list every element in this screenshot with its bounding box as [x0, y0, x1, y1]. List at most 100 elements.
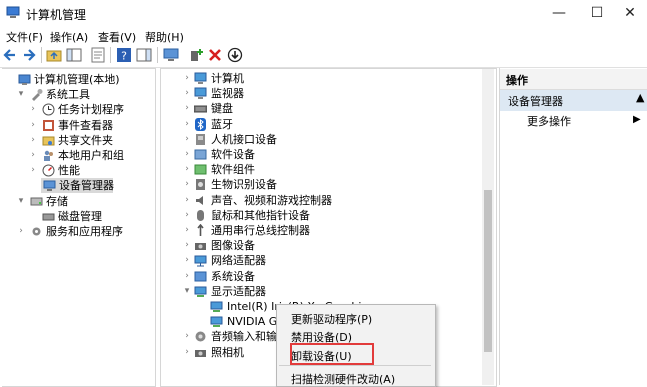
tree-item-label: 服务和应用程序	[46, 225, 123, 238]
tree-item-label: 存储	[46, 194, 68, 208]
device-tree-item[interactable]: › 图像设备	[182, 238, 482, 253]
expand-arrow-icon[interactable]: ›	[182, 117, 192, 132]
device-label: 网络适配器	[211, 254, 266, 268]
shared-folder-icon	[42, 136, 55, 146]
expand-arrow-icon[interactable]: ›	[182, 177, 192, 192]
users-icon	[44, 150, 53, 161]
expand-arrow-icon[interactable]: ›	[182, 132, 192, 147]
device-tree-item[interactable]: › 计算机	[182, 71, 482, 86]
device-label: 蓝牙	[211, 117, 233, 131]
expand-arrow-icon[interactable]: ›	[182, 71, 192, 86]
expand-arrow-icon[interactable]: ›	[182, 269, 192, 284]
forward-icon[interactable]	[21, 47, 37, 63]
expand-arrow-icon[interactable]: ›	[182, 223, 192, 238]
device-label: 计算机	[211, 72, 244, 85]
performance-icon	[42, 164, 55, 177]
update-driver-icon[interactable]	[188, 47, 204, 63]
actions-section-device-manager[interactable]: 设备管理器 ▲	[500, 90, 647, 111]
device-tree-item[interactable]: › 监视器	[182, 86, 482, 101]
back-icon[interactable]	[2, 47, 18, 63]
biometric-icon	[196, 179, 205, 191]
expand-arrow-icon[interactable]: ›	[182, 208, 192, 223]
device-tree-item[interactable]: › 蓝牙	[182, 117, 482, 132]
expand-arrow-icon[interactable]: ›	[182, 147, 192, 162]
services-icon	[32, 227, 41, 236]
device-label: 生物识别设备	[211, 178, 277, 192]
expand-arrow-icon[interactable]: ›	[182, 329, 192, 344]
expand-arrow-icon[interactable]: ›	[182, 238, 192, 253]
device-label: 软件组件	[211, 163, 255, 177]
display-adapter-icon	[194, 286, 207, 297]
network-icon	[194, 255, 207, 267]
expand-arrow-icon[interactable]: ›	[182, 345, 192, 360]
up-folder-icon[interactable]	[46, 47, 62, 63]
device-tree-item[interactable]: › 网络适配器	[182, 253, 482, 268]
device-tree-item[interactable]: ▾ 显示适配器	[182, 284, 482, 299]
action-pane-icon[interactable]	[136, 47, 152, 63]
expand-arrow-icon[interactable]: ›	[182, 253, 192, 268]
expand-arrow-icon[interactable]: ›	[182, 101, 192, 116]
usb-icon	[197, 224, 204, 236]
expand-arrow-icon[interactable]: ▾	[16, 87, 26, 102]
expand-arrow-icon[interactable]: ›	[28, 148, 38, 163]
show-tree-icon[interactable]	[66, 47, 82, 63]
device-tree-item[interactable]: › 生物识别设备	[182, 177, 482, 192]
menu-help[interactable]: 帮助(H)	[145, 29, 184, 45]
keyboard-icon	[194, 105, 207, 113]
menu-action[interactable]: 操作(A)	[50, 29, 88, 45]
expand-arrow-icon[interactable]: ›	[28, 163, 38, 178]
tree-item[interactable]: 设备管理器	[41, 178, 114, 194]
scrollbar-thumb[interactable]	[484, 190, 492, 352]
expand-arrow-icon[interactable]: ▾	[16, 194, 26, 209]
actions-section-label: 设备管理器	[508, 95, 563, 108]
help-icon[interactable]: ?	[116, 47, 132, 63]
properties-icon[interactable]	[90, 47, 106, 63]
maximize-button[interactable]: ☐	[580, 0, 614, 27]
expand-arrow-icon[interactable]: ›	[28, 118, 38, 133]
menu-view[interactable]: 查看(V)	[98, 29, 136, 45]
expand-arrow-icon[interactable]: ›	[182, 86, 192, 101]
device-tree-item[interactable]: › 软件设备	[182, 147, 482, 162]
expand-arrow-icon[interactable]: ▾	[182, 284, 192, 299]
tree-item-label: 性能	[58, 164, 80, 178]
menu-update-driver[interactable]: 更新驱动程序(P)	[291, 311, 372, 327]
device-label: 通用串行总线控制器	[211, 224, 310, 237]
expand-arrow-icon[interactable]: ›	[28, 133, 38, 148]
tree-item-label: 任务计划程序	[58, 103, 124, 117]
expand-arrow-icon[interactable]: ›	[16, 224, 26, 239]
device-tree-item[interactable]: › 声音、视频和游戏控制器	[182, 193, 482, 208]
device-label: 键盘	[211, 102, 233, 116]
tree-item-label: 共享文件夹	[58, 133, 113, 147]
tree-item-label: 本地用户和组	[58, 149, 124, 162]
device-tree-item[interactable]: › 鼠标和其他指针设备	[182, 208, 482, 223]
device-tree-item[interactable]: › 软件组件	[182, 162, 482, 177]
collapse-up-icon[interactable]: ▲	[636, 91, 644, 104]
expand-arrow-icon[interactable]: ›	[182, 162, 192, 177]
device-label: 声音、视频和游戏控制器	[211, 193, 332, 207]
minimize-button[interactable]: —	[542, 0, 576, 27]
disk-icon	[42, 213, 55, 221]
system-device-icon	[194, 271, 207, 282]
device-label: 图像设备	[211, 239, 255, 253]
menu-file[interactable]: 文件(F)	[6, 29, 43, 45]
tree-item-label: 设备管理器	[59, 179, 114, 193]
tree-item-label: 事件查看器	[58, 118, 113, 132]
audio-icon	[195, 331, 206, 342]
device-tree-item[interactable]: › 键盘	[182, 101, 482, 116]
software-component-icon	[194, 164, 207, 175]
display-adapter-icon	[210, 301, 223, 312]
device-label: 监视器	[211, 87, 244, 101]
more-actions-link[interactable]: 更多操作	[527, 113, 571, 129]
device-tree-item[interactable]: › 系统设备	[182, 269, 482, 284]
uninstall-icon[interactable]	[207, 47, 223, 63]
disable-device-icon[interactable]	[227, 47, 243, 63]
tools-icon	[32, 89, 43, 102]
device-tree-item[interactable]: › 人机接口设备	[182, 132, 482, 147]
tree-item-label: 磁盘管理	[58, 209, 102, 223]
close-button[interactable]: ✕	[613, 0, 647, 27]
device-manager-icon	[43, 180, 56, 192]
scan-hardware-icon[interactable]	[163, 47, 179, 63]
expand-arrow-icon[interactable]: ›	[182, 193, 192, 208]
expand-arrow-icon[interactable]: ›	[28, 102, 38, 117]
device-tree-item[interactable]: › 通用串行总线控制器	[182, 223, 482, 238]
